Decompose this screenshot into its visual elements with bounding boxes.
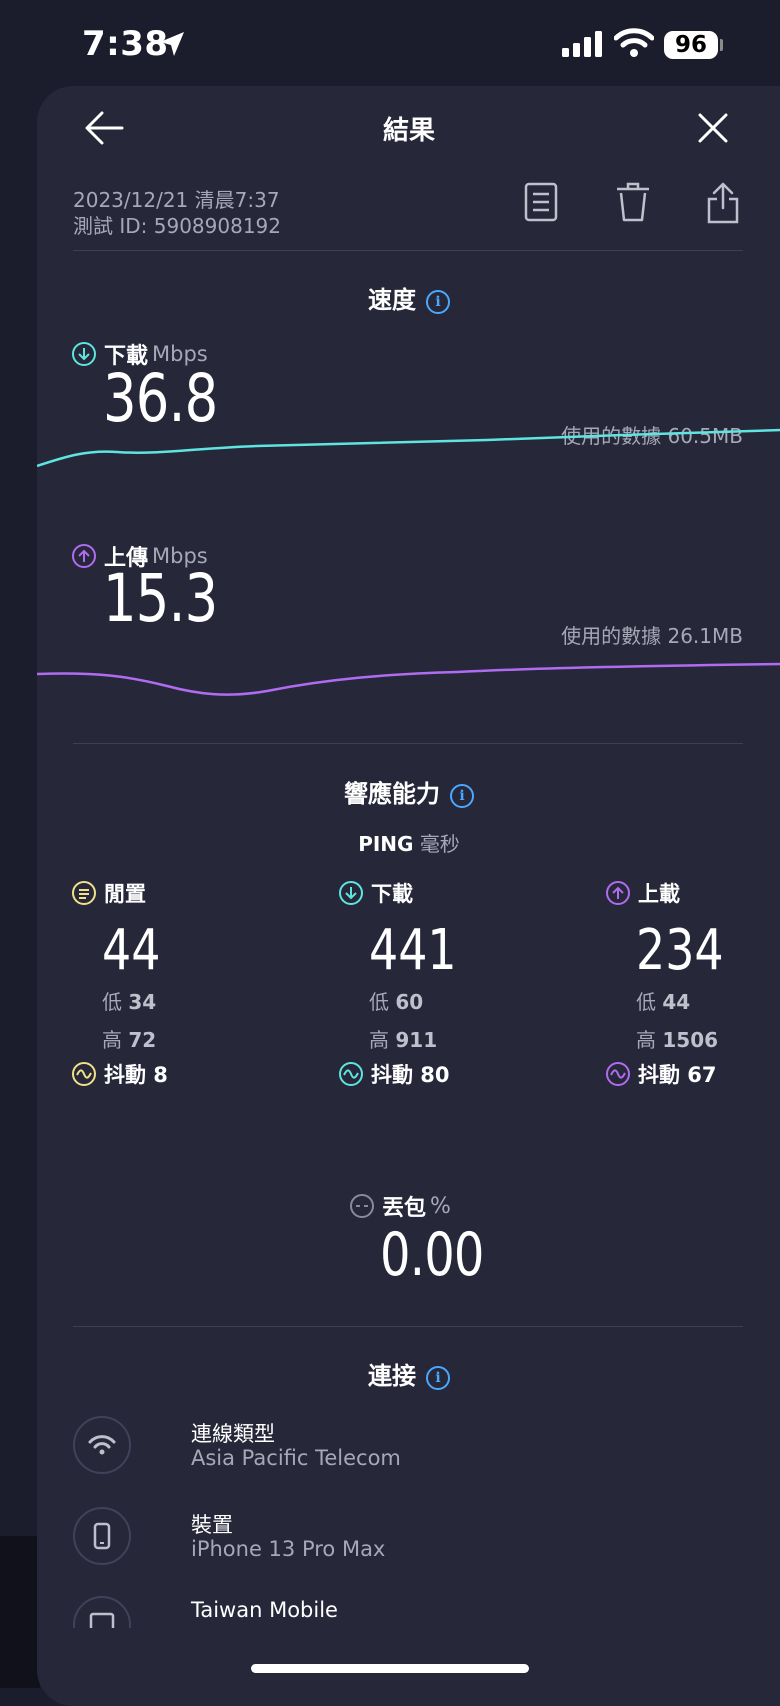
ping-idle-high: 高 72 bbox=[102, 1028, 157, 1052]
ping-download-value: 441 bbox=[369, 918, 457, 983]
location-arrow-icon bbox=[160, 32, 184, 56]
download-arrow-icon bbox=[72, 342, 96, 366]
packet-loss-label: 丟包 % bbox=[350, 1190, 451, 1222]
divider bbox=[73, 1326, 743, 1327]
battery-indicator: 96 bbox=[664, 31, 718, 59]
ping-upload-column: 上載 234 低 44 高 1506 抖動 67 bbox=[606, 878, 780, 1089]
ping-download-low: 低 60 bbox=[369, 990, 424, 1014]
upload-data-used: 使用的數據 26.1MB bbox=[561, 624, 743, 648]
upload-speed-graph bbox=[37, 662, 780, 696]
ping-idle-column: 閒置 44 低 34 高 72 抖動 8 bbox=[72, 878, 272, 1089]
packet-loss-icon bbox=[350, 1194, 374, 1218]
server-icon bbox=[89, 1612, 115, 1628]
page-title: 結果 bbox=[382, 116, 435, 146]
ping-download-jitter: 抖動 80 bbox=[339, 1059, 539, 1089]
upload-arrow-icon bbox=[72, 544, 96, 568]
device-item: 裝置 iPhone 13 Pro Max bbox=[73, 1507, 753, 1577]
info-icon[interactable]: i bbox=[450, 784, 474, 808]
phone-icon bbox=[93, 1522, 111, 1550]
ping-upload-low: 低 44 bbox=[636, 990, 691, 1014]
divider bbox=[73, 250, 743, 251]
jitter-wave-icon bbox=[339, 1062, 363, 1086]
background-strip bbox=[0, 1536, 40, 1688]
upload-speed-value: 15.3 bbox=[103, 560, 218, 637]
ping-download-high: 高 911 bbox=[369, 1028, 438, 1052]
download-arrow-icon bbox=[339, 881, 363, 905]
ping-upload-value: 234 bbox=[636, 918, 724, 983]
upload-arrow-icon bbox=[606, 881, 630, 905]
clipped-list-area: Taiwan Mobile bbox=[37, 1596, 780, 1628]
status-time: 7:38 bbox=[82, 24, 169, 64]
carrier-item: Taiwan Mobile bbox=[73, 1596, 753, 1628]
jitter-wave-icon bbox=[72, 1062, 96, 1086]
connection-icon-ring bbox=[73, 1507, 131, 1565]
results-sheet: 結果 2023/12/21 清晨7:37 測試 ID: 5908908192 速… bbox=[37, 86, 780, 1706]
ping-idle-low: 低 34 bbox=[102, 990, 157, 1014]
test-id: 測試 ID: 5908908192 bbox=[73, 214, 281, 238]
connection-icon-ring bbox=[73, 1596, 131, 1628]
idle-icon bbox=[72, 881, 96, 905]
download-speed-graph bbox=[37, 428, 780, 468]
connection-type-item: 連線類型 Asia Pacific Telecom bbox=[73, 1416, 753, 1486]
battery-nub bbox=[720, 39, 723, 51]
close-icon[interactable] bbox=[697, 112, 729, 144]
speed-section-title: 速度 i bbox=[37, 280, 780, 315]
cellular-signal-icon bbox=[562, 31, 602, 57]
test-datetime: 2023/12/21 清晨7:37 bbox=[73, 188, 280, 212]
connection-section-title: 連接 i bbox=[37, 1356, 780, 1391]
document-icon[interactable] bbox=[524, 182, 558, 222]
trash-icon[interactable] bbox=[615, 182, 651, 222]
info-icon[interactable]: i bbox=[426, 290, 450, 314]
status-bar: 7:38 96 bbox=[0, 0, 780, 90]
jitter-wave-icon bbox=[606, 1062, 630, 1086]
connection-icon-ring bbox=[73, 1416, 131, 1474]
ping-upload-high: 高 1506 bbox=[636, 1028, 719, 1052]
ping-idle-jitter: 抖動 8 bbox=[72, 1059, 272, 1089]
share-icon[interactable] bbox=[706, 182, 740, 224]
ping-heading: PING 毫秒 bbox=[358, 832, 460, 856]
packet-loss-value: 0.00 bbox=[380, 1220, 484, 1290]
home-indicator[interactable] bbox=[251, 1664, 529, 1673]
info-icon[interactable]: i bbox=[426, 1366, 450, 1390]
ping-download-column: 下載 441 低 60 高 911 抖動 80 bbox=[339, 878, 539, 1089]
wifi-icon bbox=[88, 1435, 116, 1455]
divider bbox=[73, 743, 743, 744]
wifi-status-icon bbox=[614, 28, 654, 57]
ping-upload-jitter: 抖動 67 bbox=[606, 1059, 780, 1089]
ping-idle-value: 44 bbox=[102, 918, 161, 983]
responsiveness-section-title: 響應能力 i bbox=[37, 774, 780, 809]
